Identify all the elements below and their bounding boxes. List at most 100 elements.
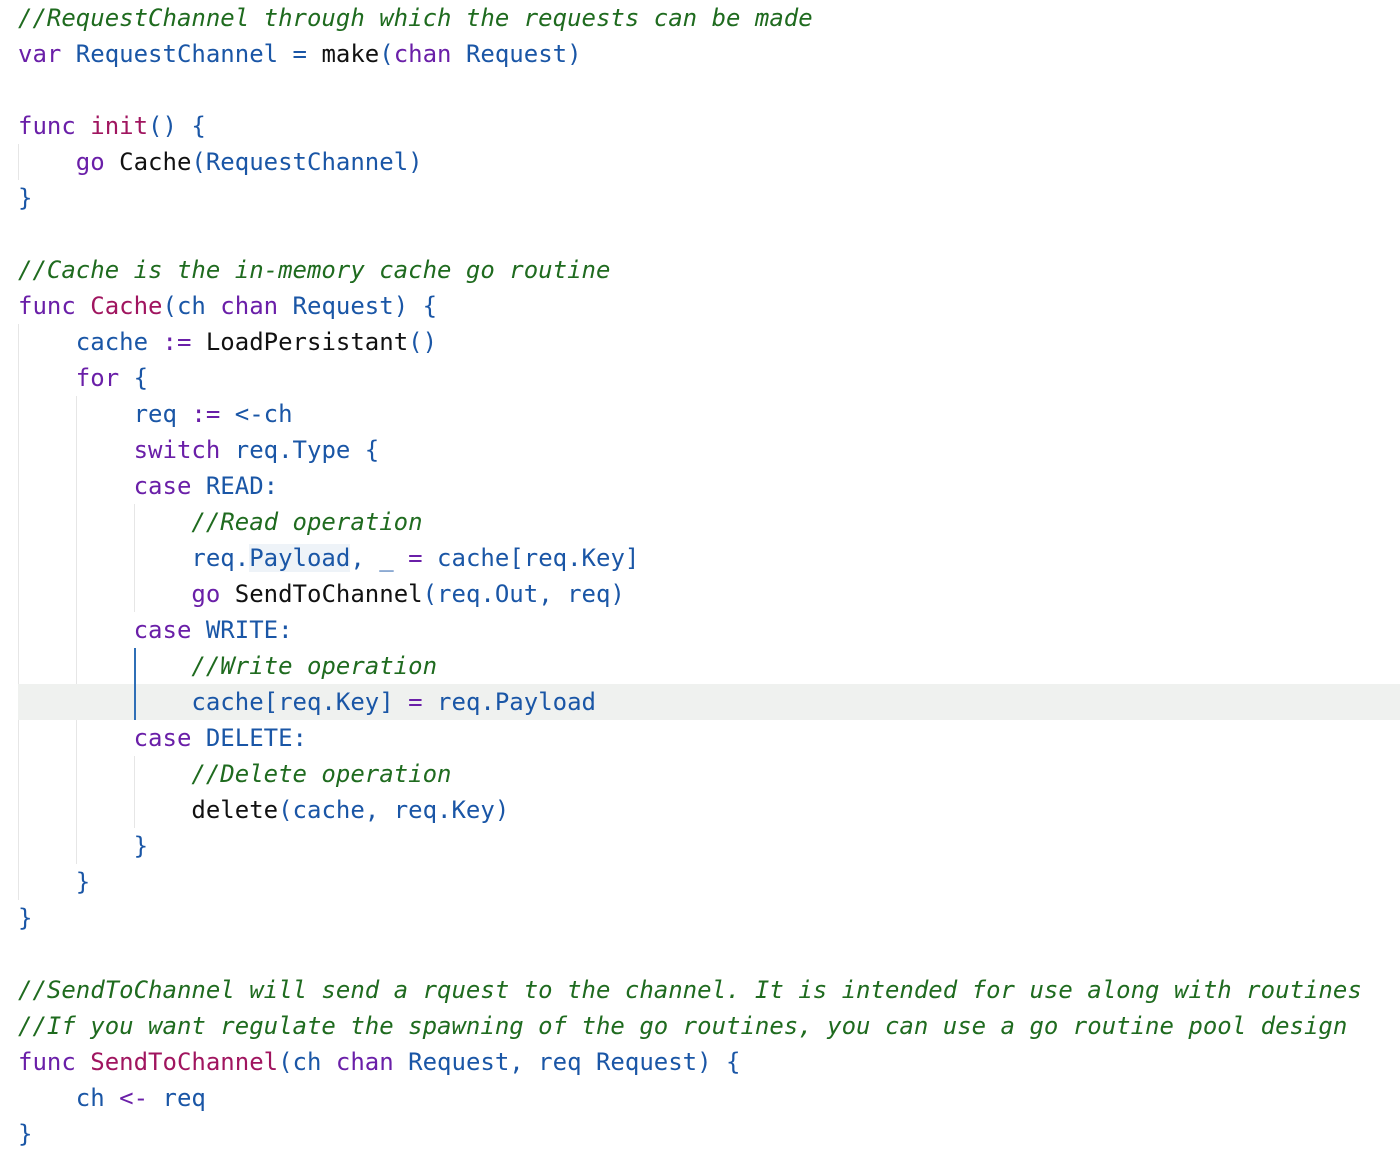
code-line[interactable]: //Read operation: [18, 504, 1400, 540]
code-line[interactable]: [18, 936, 1400, 972]
code-token: cache[req.Key]: [437, 544, 640, 572]
code-line[interactable]: case WRITE:: [18, 612, 1400, 648]
code-token: init: [90, 112, 149, 140]
code-token: ): [567, 40, 582, 68]
code-line[interactable]: switch req.Type {: [18, 432, 1400, 468]
code-token: req: [133, 400, 192, 428]
code-line[interactable]: }: [18, 828, 1400, 864]
code-token: make: [321, 40, 380, 68]
code-line[interactable]: [18, 216, 1400, 252]
code-token: :=: [162, 328, 206, 356]
code-token: Cache: [119, 148, 192, 176]
code-token: }: [18, 1120, 33, 1148]
code-editor[interactable]: //RequestChannel through which the reque…: [0, 0, 1400, 1160]
code-token: go: [191, 580, 235, 608]
code-line[interactable]: ch <- req: [18, 1080, 1400, 1116]
code-token: DELETE:: [205, 724, 307, 752]
code-line[interactable]: delete(cache, req.Key): [18, 792, 1400, 828]
code-line[interactable]: func init() {: [18, 108, 1400, 144]
code-line[interactable]: req.Payload, _ = cache[req.Key]: [18, 540, 1400, 576]
code-token: Payload: [249, 544, 351, 572]
code-token: case: [133, 616, 206, 644]
code-token: switch: [133, 436, 235, 464]
code-token: }: [133, 832, 149, 860]
code-token: req.: [191, 544, 250, 572]
code-token: chan: [335, 1048, 409, 1076]
code-token: case: [133, 724, 206, 752]
code-line[interactable]: }: [18, 1116, 1400, 1152]
code-token: Request: [465, 40, 568, 68]
code-token: }: [18, 184, 33, 212]
code-line[interactable]: case DELETE:: [18, 720, 1400, 756]
code-token: SendToChannel: [90, 1048, 279, 1076]
code-token: (cache, req.Key): [278, 796, 510, 824]
code-token: }: [75, 868, 91, 896]
code-line[interactable]: //Cache is the in-memory cache go routin…: [18, 252, 1400, 288]
code-token: Request) {: [292, 292, 438, 320]
code-token: =: [408, 544, 438, 572]
indent-guide: [134, 648, 136, 720]
code-token: }: [18, 904, 33, 932]
code-token: case: [133, 472, 206, 500]
code-token: Cache: [90, 292, 163, 320]
code-line[interactable]: }: [18, 900, 1400, 936]
code-line[interactable]: cache := LoadPersistant(): [18, 324, 1400, 360]
code-line[interactable]: //Delete operation: [18, 756, 1400, 792]
code-token: (ch: [278, 1048, 336, 1076]
current-code-line[interactable]: cache[req.Key] = req.Payload: [18, 684, 1400, 720]
code-line[interactable]: [18, 72, 1400, 108]
code-token: =: [408, 688, 438, 716]
code-token: cache: [75, 328, 163, 356]
code-line[interactable]: }: [18, 180, 1400, 216]
code-token: req.Payload: [437, 688, 596, 716]
code-token: RequestChannel: [75, 40, 279, 68]
code-line[interactable]: //If you want regulate the spawning of t…: [18, 1008, 1400, 1044]
code-token: () {: [148, 112, 206, 140]
code-token: WRITE:: [205, 616, 293, 644]
code-line[interactable]: }: [18, 864, 1400, 900]
code-token: =: [278, 40, 322, 68]
code-comment: //Cache is the in-memory cache go routin…: [18, 256, 611, 284]
code-line[interactable]: //Write operation: [18, 648, 1400, 684]
code-token: req.Type {: [234, 436, 380, 464]
code-token: var: [18, 40, 76, 68]
code-line[interactable]: req := <-ch: [18, 396, 1400, 432]
code-line[interactable]: func Cache(ch chan Request) {: [18, 288, 1400, 324]
code-token: , _: [350, 544, 409, 572]
code-comment: //Read operation: [191, 508, 423, 536]
code-token: chan: [393, 40, 466, 68]
code-token: <-ch: [234, 400, 293, 428]
code-line[interactable]: //RequestChannel through which the reque…: [18, 0, 1400, 36]
code-line[interactable]: go Cache(RequestChannel): [18, 144, 1400, 180]
code-token: (: [379, 40, 394, 68]
code-line[interactable]: case READ:: [18, 468, 1400, 504]
code-line[interactable]: go SendToChannel(req.Out, req): [18, 576, 1400, 612]
code-token: for: [75, 364, 134, 392]
code-token: {: [133, 364, 149, 392]
code-comment: //Delete operation: [191, 760, 452, 788]
code-token: (RequestChannel): [191, 148, 423, 176]
code-line[interactable]: //SendToChannel will send a rquest to th…: [18, 972, 1400, 1008]
code-comment: //If you want regulate the spawning of t…: [18, 1012, 1348, 1040]
code-line[interactable]: var RequestChannel = make(chan Request): [18, 36, 1400, 72]
code-line[interactable]: for {: [18, 360, 1400, 396]
code-token: (req.Out, req): [422, 580, 625, 608]
code-token: func: [18, 292, 91, 320]
code-comment: //SendToChannel will send a rquest to th…: [18, 976, 1362, 1004]
code-token: LoadPersistant: [205, 328, 409, 356]
code-line[interactable]: func SendToChannel(ch chan Request, req …: [18, 1044, 1400, 1080]
